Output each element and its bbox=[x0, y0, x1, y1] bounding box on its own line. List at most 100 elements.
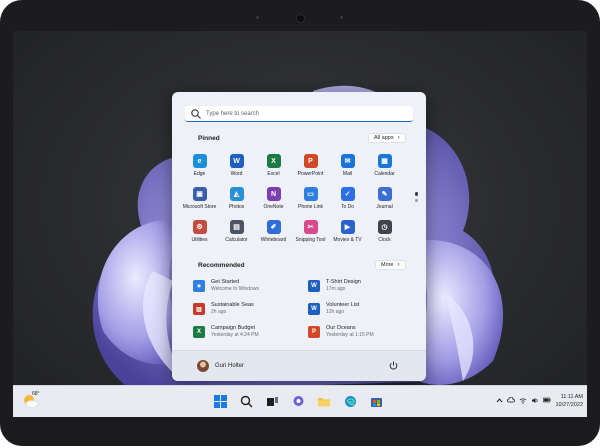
cloud-icon[interactable] bbox=[507, 396, 515, 404]
pinned-app[interactable]: ◭ Photos bbox=[218, 185, 255, 218]
taskbar-search-button[interactable] bbox=[237, 392, 255, 410]
pinned-app-label: Calendar bbox=[374, 171, 395, 177]
pinned-app-label: Excel bbox=[267, 171, 280, 177]
recommended-item-title: Sustainable Seas bbox=[211, 302, 254, 308]
pinned-app-label: Movies & TV bbox=[333, 237, 362, 243]
excel-doc-icon: X bbox=[193, 326, 205, 338]
pinned-app-label: Mail bbox=[342, 171, 353, 177]
battery-icon[interactable] bbox=[543, 396, 551, 404]
recommended-item-subtitle: 17m ago bbox=[326, 286, 346, 292]
store-taskbar-button[interactable] bbox=[367, 392, 385, 410]
more-button[interactable]: More › bbox=[375, 260, 406, 270]
todo-icon: ✓ bbox=[340, 187, 355, 201]
user-avatar[interactable] bbox=[197, 360, 209, 372]
taskbar-clock[interactable]: 11:11 AM 10/27/2022 bbox=[551, 393, 583, 409]
pinned-app[interactable]: ⚙ Utilities bbox=[181, 218, 218, 251]
pinned-app-label: OneNote bbox=[263, 204, 284, 210]
weather-temperature: 68° bbox=[32, 391, 40, 397]
windows-logo-icon bbox=[213, 394, 227, 408]
file-explorer-button[interactable] bbox=[315, 392, 333, 410]
pinned-app[interactable]: e Edge bbox=[181, 152, 218, 185]
user-name[interactable]: Guri Holter bbox=[215, 363, 244, 369]
pinned-app[interactable]: X Excel bbox=[255, 152, 292, 185]
pinned-app-label: Phone Link bbox=[297, 204, 324, 210]
search-placeholder: Type here to search bbox=[206, 110, 260, 117]
volume-icon[interactable] bbox=[531, 396, 539, 404]
sensor-dot bbox=[340, 16, 343, 19]
pinned-app-label: PowerPoint bbox=[297, 171, 324, 177]
pinned-page-indicator[interactable] bbox=[415, 192, 418, 222]
sensor-dot bbox=[256, 16, 259, 19]
recommended-item[interactable]: W T-Shirt Design 17m ago bbox=[308, 278, 413, 294]
photos-icon: ◭ bbox=[229, 187, 244, 201]
pinned-app[interactable]: ✎ Journal bbox=[366, 185, 403, 218]
get-started-icon: ✶ bbox=[193, 280, 205, 292]
start-menu: Type here to search Pinned All apps › eE… bbox=[172, 92, 426, 381]
desktop-screen: Type here to search Pinned All apps › eE… bbox=[13, 31, 587, 417]
pinned-app[interactable]: ▶ Movies & TV bbox=[329, 218, 366, 251]
teams-chat-button[interactable] bbox=[289, 392, 307, 410]
pinned-title: Pinned bbox=[198, 135, 220, 142]
pinned-app[interactable]: ◷ Clock bbox=[366, 218, 403, 251]
all-apps-button[interactable]: All apps › bbox=[368, 133, 406, 143]
pinned-app-label: To Do bbox=[340, 204, 355, 210]
recommended-item[interactable]: ✶ Get Started Welcome to Windows bbox=[193, 278, 308, 294]
powerpoint-icon: P bbox=[303, 154, 318, 168]
store-icon bbox=[370, 397, 382, 407]
search-box[interactable]: Type here to search bbox=[185, 106, 413, 122]
power-icon[interactable] bbox=[388, 360, 399, 371]
clock-date: 10/27/2022 bbox=[555, 402, 583, 408]
mail-icon: ✉ bbox=[340, 154, 355, 168]
pinned-app[interactable]: ▦ Calendar bbox=[366, 152, 403, 185]
recommended-item[interactable]: W Volunteer List 12h ago bbox=[308, 301, 413, 317]
movies-tv-icon: ▶ bbox=[340, 220, 355, 234]
pinned-app-label: Word bbox=[230, 171, 243, 177]
recommended-item-title: Our Oceans bbox=[326, 325, 356, 331]
tablet-device: Type here to search Pinned All apps › eE… bbox=[0, 0, 600, 446]
recommended-item-subtitle: Yesterday at 4:24 PM bbox=[211, 332, 259, 338]
recommended-item-subtitle: 2h ago bbox=[211, 309, 227, 315]
recommended-item-subtitle: Welcome to Windows bbox=[211, 286, 259, 292]
pinned-app-label: Snipping Tool bbox=[295, 237, 326, 243]
pinned-app-label: Photos bbox=[228, 204, 245, 210]
chevron-up-icon[interactable] bbox=[495, 396, 503, 404]
clock-time: 11:11 AM bbox=[560, 394, 583, 400]
pinned-app[interactable]: ▣ Microsoft Store bbox=[181, 185, 218, 218]
excel-icon: X bbox=[266, 154, 281, 168]
wifi-icon[interactable] bbox=[519, 396, 527, 404]
pinned-app[interactable]: ✉ Mail bbox=[329, 152, 366, 185]
recommended-item-title: T-Shirt Design bbox=[326, 279, 361, 285]
pinned-app-label: Whiteboard bbox=[260, 237, 287, 243]
chat-icon bbox=[293, 395, 303, 406]
recommended-item-subtitle: 12h ago bbox=[326, 309, 345, 315]
start-button[interactable] bbox=[211, 392, 229, 410]
pinned-app[interactable]: ✐ Whiteboard bbox=[255, 218, 292, 251]
phone-link-icon: ▭ bbox=[303, 187, 318, 201]
recommended-item-title: Volunteer List bbox=[326, 302, 360, 308]
recommended-item-title: Campaign Budget bbox=[211, 325, 256, 331]
pinned-app[interactable]: ✂ Snipping Tool bbox=[292, 218, 329, 251]
pinned-apps-grid: e Edge W Word X Excel P PowerPoint ✉ Mail ▦ Calenda… bbox=[181, 152, 403, 252]
pinned-app[interactable]: W Word bbox=[218, 152, 255, 185]
pinned-app[interactable]: ✓ To Do bbox=[329, 185, 366, 218]
edge-icon: e bbox=[192, 154, 207, 168]
recommended-list: ✶ Get Started Welcome to Windows W T-Shirt D… bbox=[193, 278, 413, 340]
store-icon: ▣ bbox=[192, 187, 207, 201]
folder-icon bbox=[318, 397, 330, 406]
pinned-app[interactable]: ▤ Calculator bbox=[218, 218, 255, 251]
all-apps-label: All apps bbox=[374, 135, 394, 141]
pinned-app[interactable]: P PowerPoint bbox=[292, 152, 329, 185]
chevron-right-icon: › bbox=[397, 135, 400, 141]
pinned-app-label: Edge bbox=[193, 171, 206, 177]
recommended-item[interactable]: P Our Oceans Yesterday at 1:15 PM bbox=[308, 324, 413, 340]
edge-taskbar-button[interactable] bbox=[341, 392, 359, 410]
word-icon: W bbox=[229, 154, 244, 168]
recommended-item-subtitle: Yesterday at 1:15 PM bbox=[326, 332, 374, 338]
calculator-icon: ▤ bbox=[229, 220, 244, 234]
pinned-app[interactable]: N OneNote bbox=[255, 185, 292, 218]
recommended-item[interactable]: X Campaign Budget Yesterday at 4:24 PM bbox=[193, 324, 308, 340]
start-footer: Guri Holter bbox=[172, 350, 426, 381]
recommended-item[interactable]: ▥ Sustainable Seas 2h ago bbox=[193, 301, 308, 317]
pinned-app[interactable]: ▭ Phone Link bbox=[292, 185, 329, 218]
task-view-button[interactable] bbox=[263, 392, 281, 410]
